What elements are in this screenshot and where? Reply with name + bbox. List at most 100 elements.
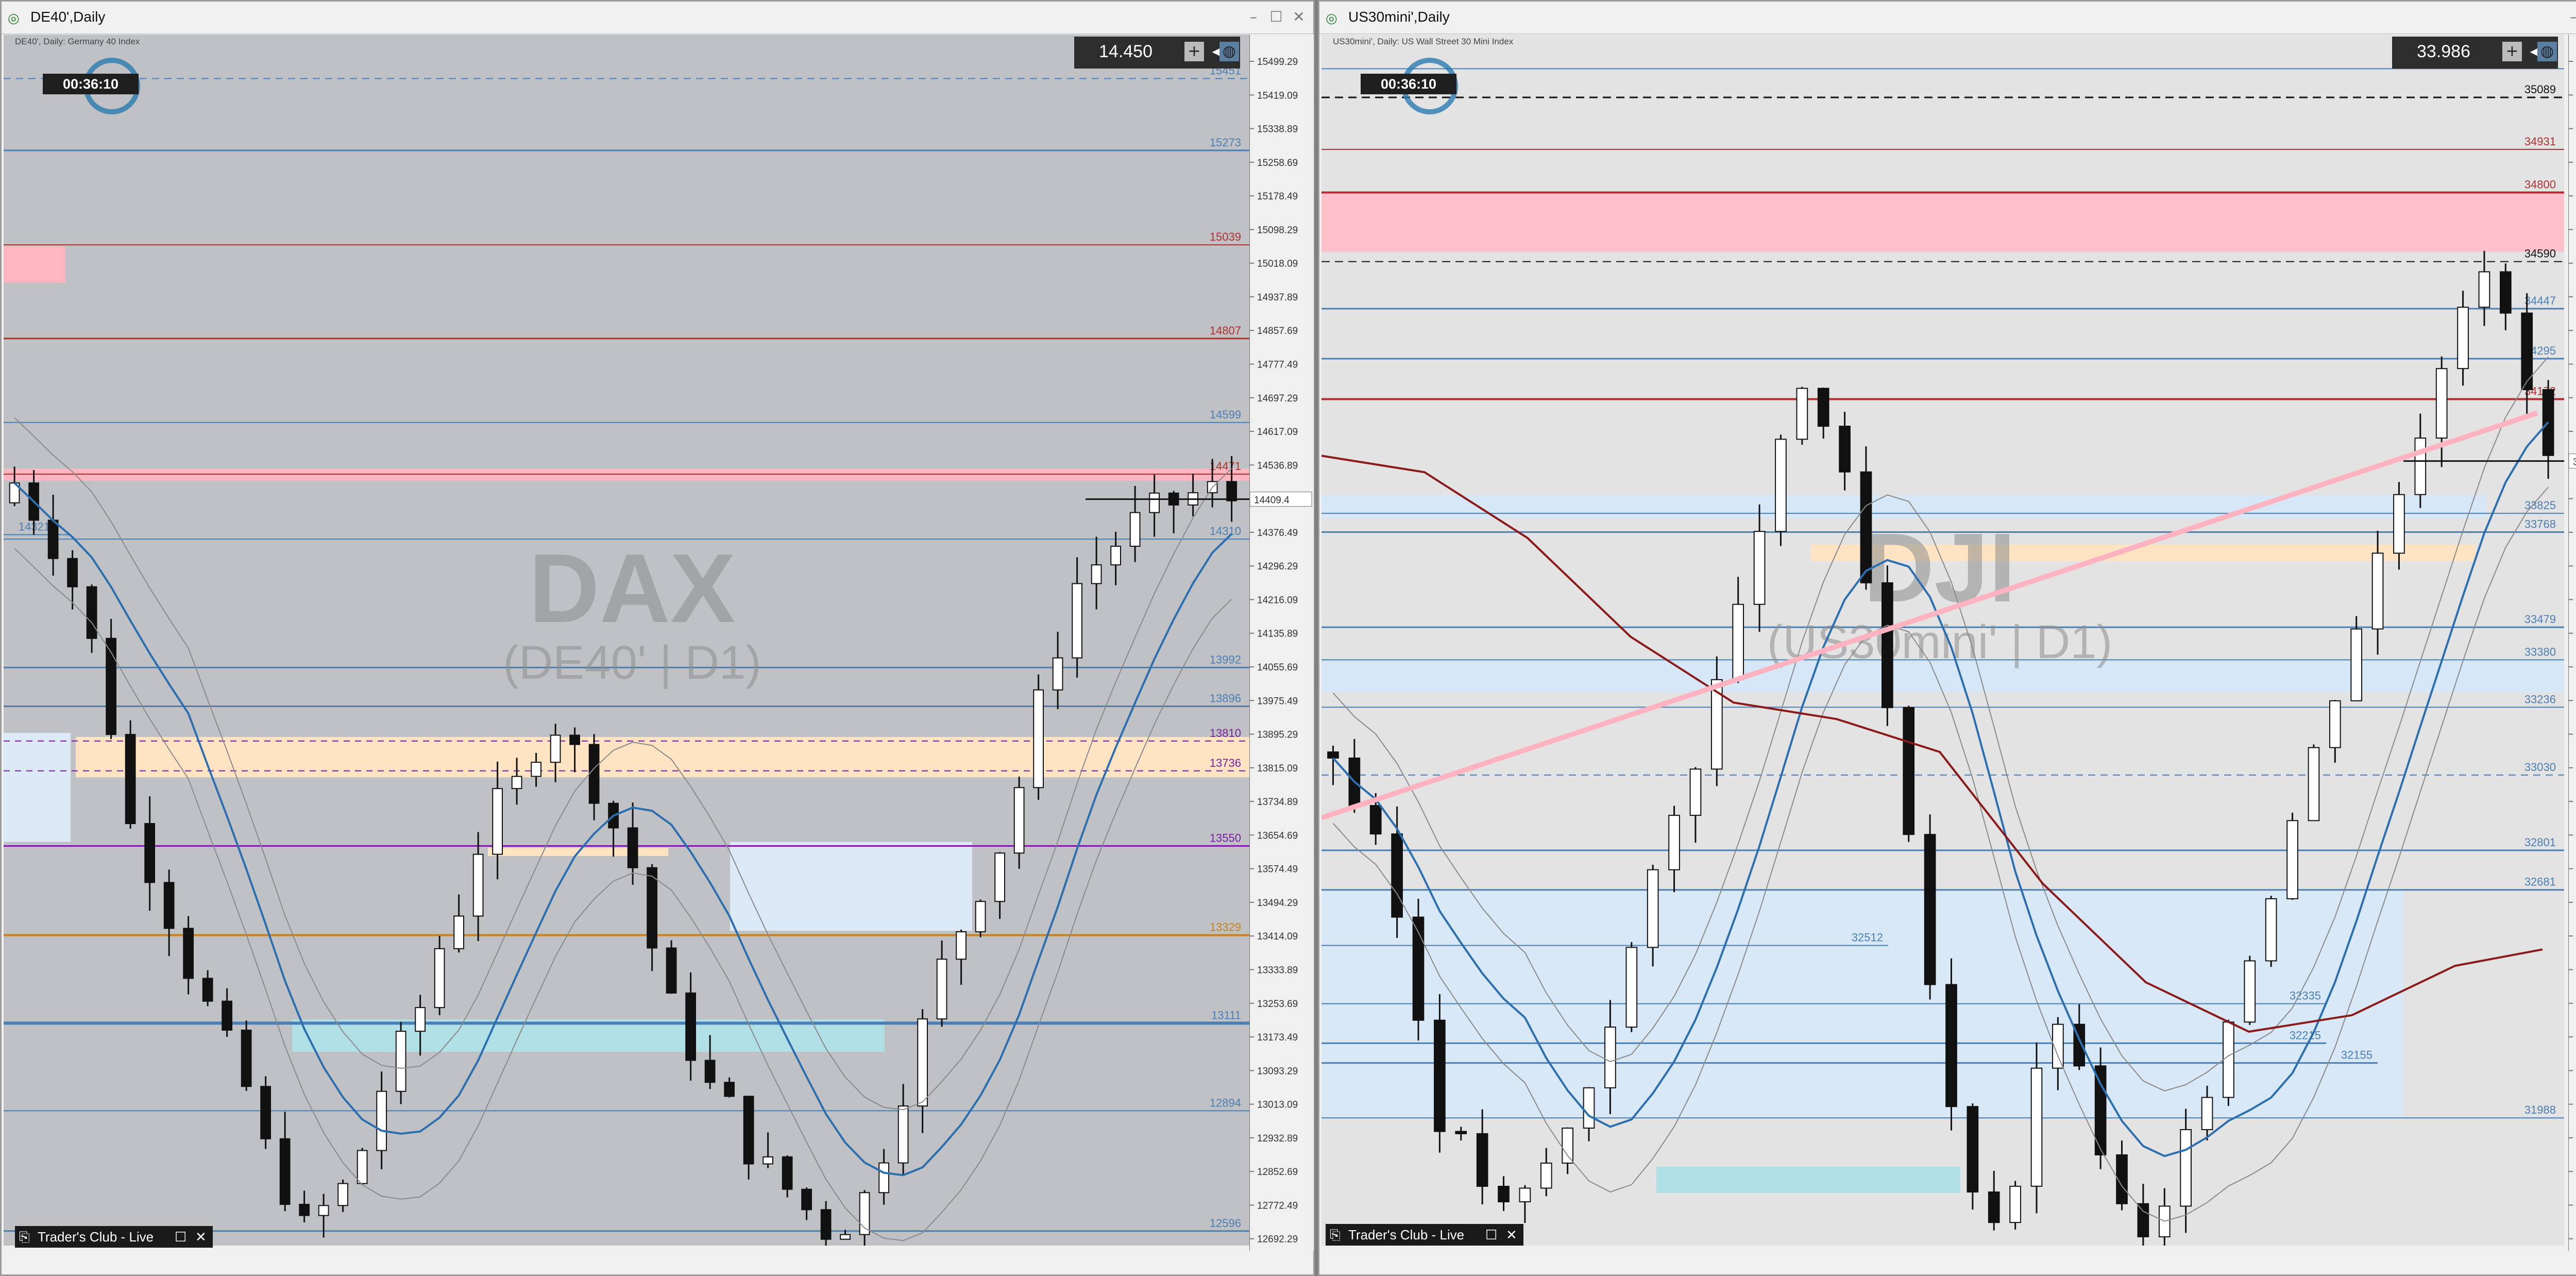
dax-chart-window[interactable]: ◎ DE40',Daily – ☐ ✕ 15451 15273 15039 14807…: [0, 0, 1315, 1276]
candle-bull: [2265, 898, 2277, 962]
candle-bull: [550, 734, 561, 763]
chart-watermark-subtitle: (DE40' | D1): [503, 636, 761, 689]
candle-bull: [956, 931, 967, 960]
spread-value: 33.986: [2417, 42, 2470, 61]
price-label: 13574.49: [1257, 864, 1298, 875]
level-label: 13736: [1210, 757, 1241, 769]
candle-bull: [2371, 552, 2384, 630]
candle-bear: [2137, 1203, 2149, 1237]
close-panel-button[interactable]: ✕: [195, 1226, 207, 1248]
candle-bear: [1945, 984, 1957, 1107]
candle-bear: [1839, 426, 1851, 473]
level-label: 34931: [2524, 135, 2556, 148]
price-label: 14216.09: [1257, 595, 1298, 606]
level-label: 33479: [2524, 613, 2556, 626]
dji-chart-window[interactable]: ◎ US30mini',Daily – ☐ ✕ 3517635089349313…: [1318, 0, 2576, 1276]
price-label: 13013.09: [1257, 1100, 1298, 1111]
price-label: 13895.29: [1257, 730, 1298, 741]
candle-bull: [1732, 603, 1744, 680]
window-titlebar[interactable]: ◎ DE40',Daily – ☐ ✕: [2, 2, 1313, 34]
price-axis[interactable]: 35221.4935120.1535018.8134917.4734816.13…: [2568, 35, 2576, 1251]
minimize-button[interactable]: –: [2563, 8, 2576, 26]
chart-window-icon: ◎: [8, 11, 20, 26]
trader-club-bar: ⎘ Trader's Club - Live ☐ ✕: [1326, 1224, 1523, 1246]
level-label: 33768: [2524, 518, 2556, 531]
candle-bull: [2393, 494, 2405, 554]
candle-bull: [1052, 657, 1063, 691]
price-label: 12932.89: [1257, 1133, 1298, 1144]
candle-bull: [762, 1156, 773, 1165]
price-label: 13173.49: [1257, 1032, 1298, 1043]
candle-bear: [1327, 751, 1339, 759]
candle-bear: [820, 1209, 832, 1240]
level-label: 13896: [1210, 692, 1241, 704]
candle-bear: [1882, 582, 1893, 709]
trader-club-icon: ⎘: [19, 1229, 30, 1245]
candle-bear: [743, 1096, 754, 1165]
candle-bull: [1647, 869, 1659, 948]
candle-bear: [260, 1086, 271, 1139]
level-label: 14807: [1210, 324, 1241, 337]
candle-bull: [975, 901, 986, 933]
trader-club-icon: ⎘: [1330, 1227, 1341, 1243]
candle-bull: [511, 776, 522, 790]
candle-timer: 00:36:10: [1361, 74, 1456, 94]
price-label: 14296.29: [1257, 561, 1298, 572]
level-label: 15273: [1210, 136, 1241, 149]
level-label: 12596: [1210, 1217, 1241, 1230]
price-label: 14857.69: [1257, 326, 1298, 337]
candle-bear: [279, 1138, 291, 1205]
candle-bull: [357, 1150, 368, 1184]
restore-panel-button[interactable]: ☐: [1485, 1224, 1497, 1246]
price-label: 15178.49: [1257, 191, 1298, 202]
spread-globe-icon[interactable]: ◍: [1219, 42, 1239, 61]
price-label: 13815.09: [1257, 763, 1298, 774]
candle-bull: [917, 1018, 928, 1107]
price-label: 15018.09: [1257, 259, 1298, 270]
candle-bull: [2457, 307, 2469, 370]
window-title: DE40',Daily: [30, 9, 106, 25]
candle-bear: [1226, 481, 1237, 501]
level-label: 34590: [2524, 247, 2556, 260]
price-label: 14135.89: [1257, 629, 1298, 640]
restore-panel-button[interactable]: ☐: [175, 1226, 187, 1248]
candle-bear: [67, 558, 78, 587]
candle-bear: [1860, 471, 1872, 583]
candle-bull: [1129, 512, 1141, 547]
candle-bear: [1988, 1191, 2000, 1223]
price-chart-area[interactable]: 1545115273150391480714599144711431014321…: [4, 35, 1249, 1251]
price-label: 15419.09: [1257, 90, 1298, 101]
level-label: 35089: [2524, 83, 2556, 96]
candle-bull: [2030, 1067, 2043, 1187]
price-label: 13734.89: [1257, 797, 1298, 808]
candle-bear: [1498, 1185, 1510, 1203]
level-label: 13810: [1210, 727, 1241, 740]
symbol-info: DE40', Daily: Germany 40 Index: [15, 37, 140, 46]
maximize-button[interactable]: ☐: [1266, 8, 1286, 26]
candle-bull: [434, 948, 445, 1009]
candle-bear: [183, 928, 194, 979]
minimize-button[interactable]: –: [1243, 8, 1264, 26]
window-titlebar[interactable]: ◎ US30mini',Daily – ☐ ✕: [1319, 2, 2576, 34]
candle-bear: [299, 1203, 310, 1216]
spread-globe-icon[interactable]: ◍: [2537, 42, 2557, 61]
price-chart-area[interactable]: 3517635089349313480034590344473429534172…: [1321, 35, 2564, 1251]
level-label: 33380: [2524, 645, 2556, 658]
spread-plus-button[interactable]: +: [2502, 42, 2522, 61]
candle-bear: [588, 744, 600, 804]
candle-bull: [878, 1162, 889, 1194]
candle-bull: [1775, 439, 1787, 532]
spread-plus-button[interactable]: +: [1184, 42, 1204, 61]
price-axis[interactable]: 15499.29 15419.09 15338.89 15258.69 15178.49…: [1249, 35, 1314, 1251]
candle-bull: [415, 1007, 426, 1032]
level-label: 32512: [1852, 931, 1883, 944]
candle-bear: [1817, 388, 1829, 427]
close-button[interactable]: ✕: [1289, 8, 1309, 26]
candle-bear: [685, 992, 696, 1061]
close-panel-button[interactable]: ✕: [1506, 1224, 1517, 1246]
level-label: 15039: [1210, 230, 1241, 243]
candle-bear: [1476, 1133, 1488, 1187]
level-label: 13550: [1210, 832, 1241, 845]
trader-club-label: Trader's Club - Live: [38, 1229, 154, 1245]
level-label: 32215: [2290, 1029, 2321, 1042]
